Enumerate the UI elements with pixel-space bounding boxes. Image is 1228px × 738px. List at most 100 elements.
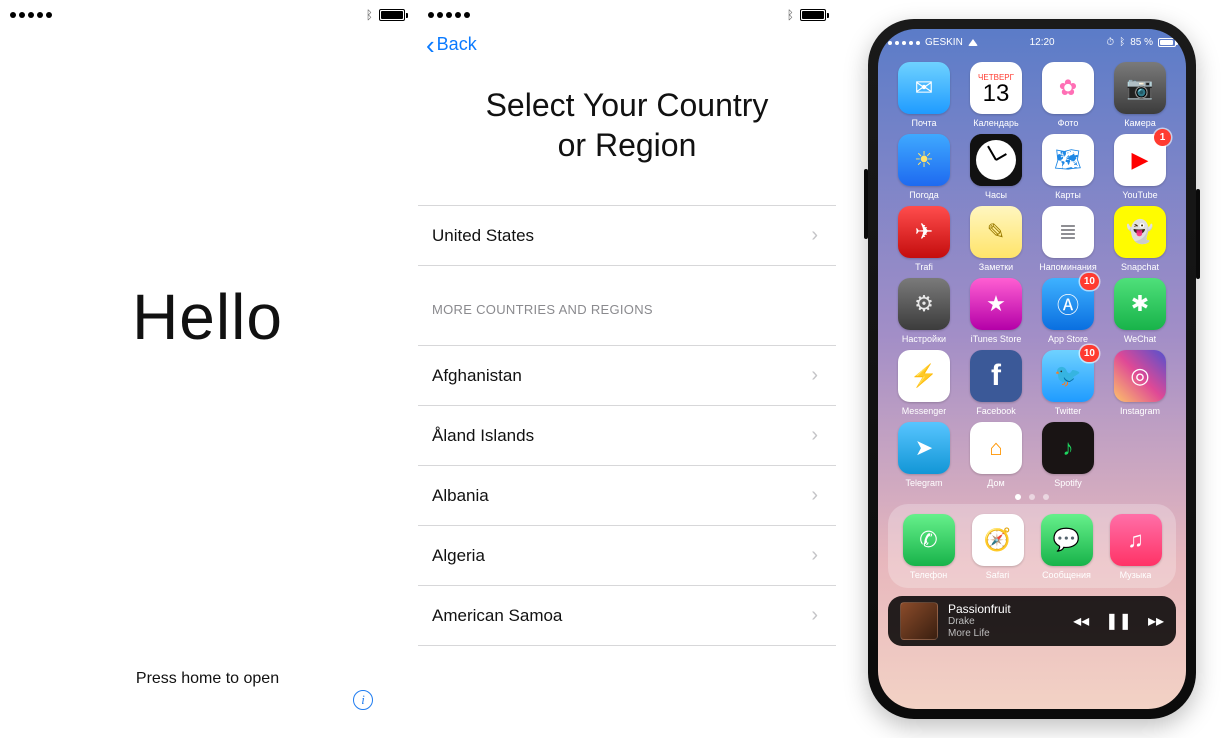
app-label: Настройки: [902, 334, 946, 344]
section-header-more-countries: MORE COUNTRIES AND REGIONS: [418, 266, 836, 325]
app-icon: ▶1: [1114, 134, 1166, 186]
app-telegram[interactable]: ➤ Telegram: [892, 422, 956, 488]
app-icon: ◎: [1114, 350, 1166, 402]
country-row[interactable]: Algeria›: [418, 525, 836, 585]
country-row-primary[interactable]: United States ›: [418, 205, 836, 266]
dock: ✆Телефон🧭 Safari 💬 Сообщения ♫Музыка: [888, 504, 1176, 588]
battery-icon: [800, 9, 826, 21]
app-icon: 📷: [1114, 62, 1166, 114]
select-country-screen: ᛒ ‹ Back Select Your Country or Region U…: [418, 0, 836, 738]
app-label: WeChat: [1124, 334, 1156, 344]
app-календарь[interactable]: ЧЕТВЕРГ13 Календарь: [964, 62, 1028, 128]
app-label: Trafi: [915, 262, 933, 272]
home-screen[interactable]: GESKIN 12:20 ⏱ ᛒ 85 % ✉ПочтаЧЕТВЕРГ13Кал…: [878, 29, 1186, 709]
app-настройки[interactable]: ⚙Настройки: [892, 278, 956, 344]
status-time: 12:20: [1030, 37, 1055, 48]
bluetooth-icon: ᛒ: [366, 8, 373, 22]
country-label: Afghanistan: [432, 366, 522, 386]
app-spotify[interactable]: ♪Spotify: [1036, 422, 1100, 488]
app-label: Сообщения: [1042, 570, 1091, 580]
app-icon: ✆: [903, 514, 955, 566]
app-trafi[interactable]: ✈ Trafi: [892, 206, 956, 272]
info-button[interactable]: i: [353, 690, 373, 710]
chevron-right-icon: ›: [811, 364, 818, 387]
app-icon: 💬: [1041, 514, 1093, 566]
app-icon: ✈: [898, 206, 950, 258]
app-часы[interactable]: Часы: [964, 134, 1028, 200]
country-row[interactable]: American Samoa ›: [418, 585, 836, 646]
app-icon: ⚡: [898, 350, 950, 402]
app-snapchat[interactable]: 👻Snapchat: [1108, 206, 1172, 272]
app-icon: Ⓐ10: [1042, 278, 1094, 330]
app-фото[interactable]: ✿Фото: [1036, 62, 1100, 128]
album-art: [900, 602, 938, 640]
country-row[interactable]: Åland Islands›: [418, 405, 836, 465]
app-icon: ➤: [898, 422, 950, 474]
app-icon: ♪: [1042, 422, 1094, 474]
app-messenger[interactable]: ⚡ Messenger: [892, 350, 956, 416]
country-label: Algeria: [432, 546, 485, 566]
signal-dots-icon: [428, 12, 470, 18]
status-right: ᛒ: [787, 8, 826, 22]
app-музыка[interactable]: ♫Музыка: [1105, 514, 1166, 580]
app-icon: [970, 134, 1022, 186]
app-label: Часы: [985, 190, 1007, 200]
app-icon: 🐦10: [1042, 350, 1094, 402]
app-погода[interactable]: ☀Погода: [892, 134, 956, 200]
app-заметки[interactable]: ✎Заметки: [964, 206, 1028, 272]
country-label: American Samoa: [432, 606, 562, 626]
app-wechat[interactable]: ✱ WeChat: [1108, 278, 1172, 344]
page-indicator[interactable]: [878, 494, 1186, 500]
hello-greeting: Hello: [0, 280, 415, 354]
battery-icon: [379, 9, 405, 21]
chevron-right-icon: ›: [811, 424, 818, 447]
now-playing-text: Passionfruit Drake More Life: [948, 603, 1063, 640]
bluetooth-icon: ᛒ: [787, 8, 794, 22]
app-icon: ✎: [970, 206, 1022, 258]
prev-track-button[interactable]: ◂◂: [1073, 611, 1089, 631]
track-title: Passionfruit: [948, 603, 1063, 617]
app-safari[interactable]: 🧭 Safari: [967, 514, 1028, 580]
app-label: Safari: [986, 570, 1010, 580]
app-icon: 🧭: [972, 514, 1024, 566]
app-label: Messenger: [902, 406, 947, 416]
carrier-label: GESKIN: [925, 37, 963, 48]
play-pause-button[interactable]: ❚❚: [1105, 611, 1132, 631]
signal-dots-icon: [888, 41, 920, 45]
press-home-hint: Press home to open: [0, 670, 415, 688]
app-дом[interactable]: ⌂Дом: [964, 422, 1028, 488]
country-label: United States: [432, 226, 534, 246]
app-label: Календарь: [973, 118, 1018, 128]
country-label: Albania: [432, 486, 489, 506]
status-bar: ᛒ: [418, 0, 836, 20]
app-напоминания[interactable]: ≣Напоминания: [1036, 206, 1100, 272]
app-label: Погода: [909, 190, 939, 200]
app-почта[interactable]: ✉Почта: [892, 62, 956, 128]
app-label: Telegram: [905, 478, 942, 488]
now-playing-widget[interactable]: Passionfruit Drake More Life ◂◂ ❚❚ ▸▸: [888, 596, 1176, 646]
app-facebook[interactable]: fFacebook: [964, 350, 1028, 416]
app-icon: ✱: [1114, 278, 1166, 330]
country-row[interactable]: Albania ›: [418, 465, 836, 525]
app-сообщения[interactable]: 💬 Сообщения: [1036, 514, 1097, 580]
chevron-right-icon: ›: [811, 484, 818, 507]
chevron-right-icon: ›: [811, 224, 818, 247]
app-instagram[interactable]: ◎ Instagram: [1108, 350, 1172, 416]
next-track-button[interactable]: ▸▸: [1148, 611, 1164, 631]
chevron-right-icon: ›: [811, 604, 818, 627]
app-label: App Store: [1048, 334, 1088, 344]
app-icon: ЧЕТВЕРГ13: [970, 62, 1022, 114]
app-twitter[interactable]: 🐦10Twitter: [1036, 350, 1100, 416]
back-button[interactable]: ‹ Back: [418, 20, 836, 55]
app-itunes store[interactable]: ★iTunes Store: [964, 278, 1028, 344]
app-label: Snapchat: [1121, 262, 1159, 272]
app-карты[interactable]: 🗺Карты: [1036, 134, 1100, 200]
status-right: ᛒ: [366, 8, 405, 22]
app-youtube[interactable]: ▶1YouTube: [1108, 134, 1172, 200]
country-row[interactable]: Afghanistan ›: [418, 345, 836, 405]
app-app store[interactable]: Ⓐ10 App Store: [1036, 278, 1100, 344]
app-телефон[interactable]: ✆Телефон: [898, 514, 959, 580]
app-камера[interactable]: 📷Камера: [1108, 62, 1172, 128]
app-label: Instagram: [1120, 406, 1160, 416]
status-bar: ᛒ: [0, 0, 415, 20]
